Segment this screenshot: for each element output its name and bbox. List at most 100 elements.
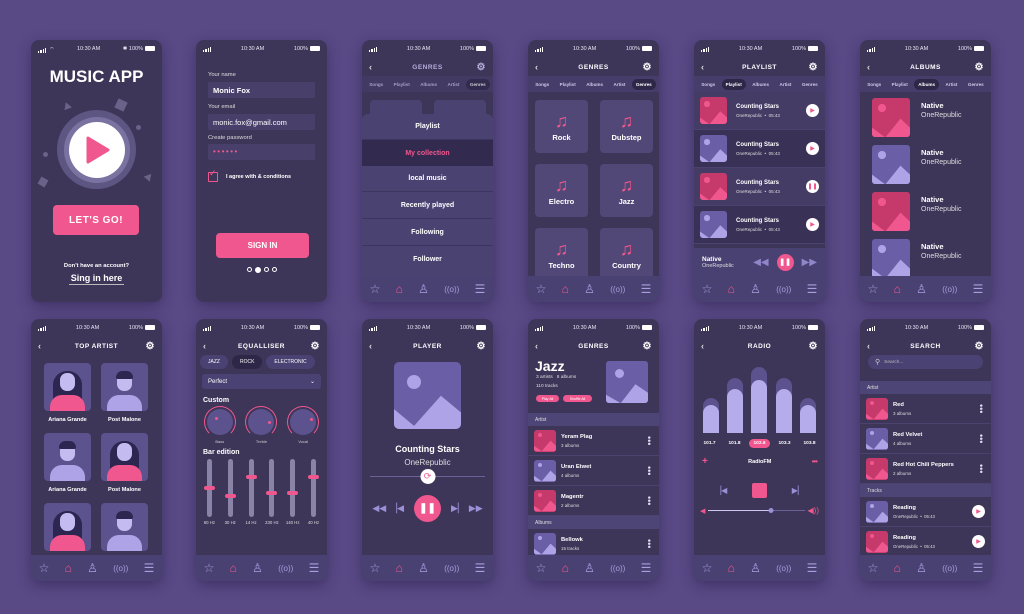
radio-icon[interactable]: ((o)) xyxy=(776,564,791,573)
stop-button[interactable] xyxy=(752,483,767,498)
tab-playlist[interactable]: Playlist xyxy=(390,79,414,90)
artist-card[interactable]: Ariana Grande xyxy=(44,433,91,503)
settings-icon[interactable]: ⚙ xyxy=(476,62,486,73)
settings-icon[interactable]: ⚙ xyxy=(974,341,984,352)
menu-icon[interactable]: ☰ xyxy=(807,282,818,296)
star-icon[interactable]: ☆ xyxy=(536,561,547,575)
user-icon[interactable]: ♙ xyxy=(750,282,761,296)
band-handle[interactable] xyxy=(224,493,236,498)
progress-track[interactable]: ⟳ xyxy=(370,469,485,484)
fast-forward-button[interactable]: ▶▶ xyxy=(469,503,483,514)
tab-albums[interactable]: Albums xyxy=(914,78,940,90)
pager-dot[interactable] xyxy=(263,267,269,272)
star-icon[interactable]: ☆ xyxy=(39,561,50,575)
tab-genres[interactable]: Genres xyxy=(798,79,822,90)
shuffle-all-button[interactable]: Shuffle All xyxy=(563,395,592,402)
list-item[interactable]: Uran Etwet 4 albums ••• xyxy=(528,456,659,486)
tab-artist[interactable]: Artist xyxy=(941,79,961,90)
radio-icon[interactable]: ((o)) xyxy=(942,564,957,573)
knob-vocal[interactable]: Vocal xyxy=(287,406,320,444)
menu-icon[interactable]: ☰ xyxy=(309,561,320,575)
radio-icon[interactable]: ((o)) xyxy=(113,564,128,573)
star-icon[interactable]: ☆ xyxy=(536,282,547,296)
menu-item-following[interactable]: Following xyxy=(362,219,493,246)
tab-artist[interactable]: Artist xyxy=(775,79,795,90)
station-bar[interactable] xyxy=(751,367,768,433)
menu-item-local-music[interactable]: local music xyxy=(362,166,493,192)
knob-bass[interactable]: Bass xyxy=(203,406,236,444)
pause-button[interactable]: ❚❚ xyxy=(414,495,441,522)
band-slider[interactable]: 40 Hz xyxy=(305,459,323,525)
settings-icon[interactable]: ⚙ xyxy=(642,341,652,352)
home-icon[interactable]: ⌂ xyxy=(396,282,403,296)
home-icon[interactable]: ⌂ xyxy=(894,282,901,296)
home-icon[interactable]: ⌂ xyxy=(894,561,901,575)
preset-jazz[interactable]: JAZZ xyxy=(200,355,228,369)
knob-treble[interactable]: Treble xyxy=(245,406,278,444)
track-row[interactable]: Counting Stars OneRepublic • 05:43 ▶ xyxy=(694,92,825,130)
album-item[interactable]: Native OneRepublic xyxy=(872,145,991,184)
album-item[interactable]: Native OneRepublic xyxy=(872,192,991,231)
menu-icon[interactable]: ☰ xyxy=(641,282,652,296)
home-icon[interactable]: ⌂ xyxy=(728,561,735,575)
tab-albums[interactable]: Albums xyxy=(582,79,607,90)
tab-playlist[interactable]: Playlist xyxy=(888,79,912,90)
menu-icon[interactable]: ☰ xyxy=(475,282,486,296)
home-icon[interactable]: ⌂ xyxy=(396,561,403,575)
star-icon[interactable]: ☆ xyxy=(702,282,713,296)
play-button[interactable]: ▶ xyxy=(806,218,819,231)
band-handle[interactable] xyxy=(287,491,299,496)
list-item[interactable]: Red Hot Chili Peppers 2 albums ••• xyxy=(860,454,991,484)
list-item[interactable]: Yeram Plag 3 albums ••• xyxy=(528,426,659,456)
menu-icon[interactable]: ☰ xyxy=(807,561,818,575)
back-button[interactable]: ‹ xyxy=(535,62,545,72)
user-icon[interactable]: ♙ xyxy=(916,561,927,575)
settings-icon[interactable]: ⚙ xyxy=(808,62,818,73)
menu-item-recently-played[interactable]: Recently played xyxy=(362,192,493,219)
back-button[interactable]: ‹ xyxy=(701,341,711,351)
menu-item-playlist[interactable]: Playlist xyxy=(362,114,493,140)
pager-dot[interactable] xyxy=(271,267,277,272)
radio-icon[interactable]: ((o)) xyxy=(610,564,625,573)
track-row[interactable]: Reading OneRepublic • 05:43 ▶ xyxy=(860,497,991,527)
pause-button[interactable]: ❚❚ xyxy=(806,180,819,193)
list-item[interactable]: Red 3 albums ••• xyxy=(860,394,991,424)
play-button[interactable]: ▶ xyxy=(806,104,819,117)
home-icon[interactable]: ⌂ xyxy=(562,282,569,296)
band-slider[interactable]: 60 Hz xyxy=(200,459,218,525)
genre-card[interactable]: ♫ Jazz xyxy=(600,164,653,217)
station-bar[interactable] xyxy=(775,378,792,433)
pager-dot[interactable] xyxy=(246,267,252,272)
back-button[interactable]: ‹ xyxy=(867,62,877,72)
list-item[interactable]: Red Velvet 4 albums ••• xyxy=(860,424,991,454)
album-item[interactable]: Native OneRepublic xyxy=(872,98,991,137)
tab-albums[interactable]: Albums xyxy=(748,79,773,90)
band-slider[interactable]: 140 Hz xyxy=(284,459,302,525)
preset-electronic[interactable]: ELECTRONIC xyxy=(266,355,315,369)
next-button[interactable]: ▶▏ xyxy=(451,503,465,514)
back-button[interactable]: ‹ xyxy=(38,341,48,351)
play-all-button[interactable]: Play All xyxy=(536,395,559,402)
tab-songs[interactable]: Songs xyxy=(697,79,719,90)
artist-card[interactable]: Post Malone xyxy=(101,363,148,433)
fast-forward-button[interactable]: ▶▶ xyxy=(802,257,817,268)
volume-knob[interactable] xyxy=(768,508,774,513)
tab-genres[interactable]: Genres xyxy=(964,79,988,90)
back-button[interactable]: ‹ xyxy=(701,62,711,72)
sign-in-button[interactable]: SIGN IN xyxy=(216,233,309,258)
radio-icon[interactable]: ((o)) xyxy=(444,564,459,573)
band-slider[interactable]: 230 Hz xyxy=(263,459,281,525)
genre-card[interactable]: ♫ Techno xyxy=(535,228,588,281)
tab-albums[interactable]: Albums xyxy=(416,79,441,90)
band-handle[interactable] xyxy=(245,475,257,480)
rewind-button[interactable]: ◀◀ xyxy=(372,503,386,514)
settings-icon[interactable]: ⚙ xyxy=(476,341,486,352)
genre-card[interactable]: ♫ Country xyxy=(600,228,653,281)
menu-icon[interactable]: ☰ xyxy=(973,561,984,575)
more-options-icon[interactable]: ••• xyxy=(644,539,654,548)
station-frequency[interactable]: 101.7 xyxy=(699,439,719,448)
back-button[interactable]: ‹ xyxy=(369,341,379,351)
lets-go-button[interactable]: LET'S GO! xyxy=(53,205,139,235)
band-handle[interactable] xyxy=(266,491,278,496)
play-button[interactable]: ▶ xyxy=(972,505,985,518)
